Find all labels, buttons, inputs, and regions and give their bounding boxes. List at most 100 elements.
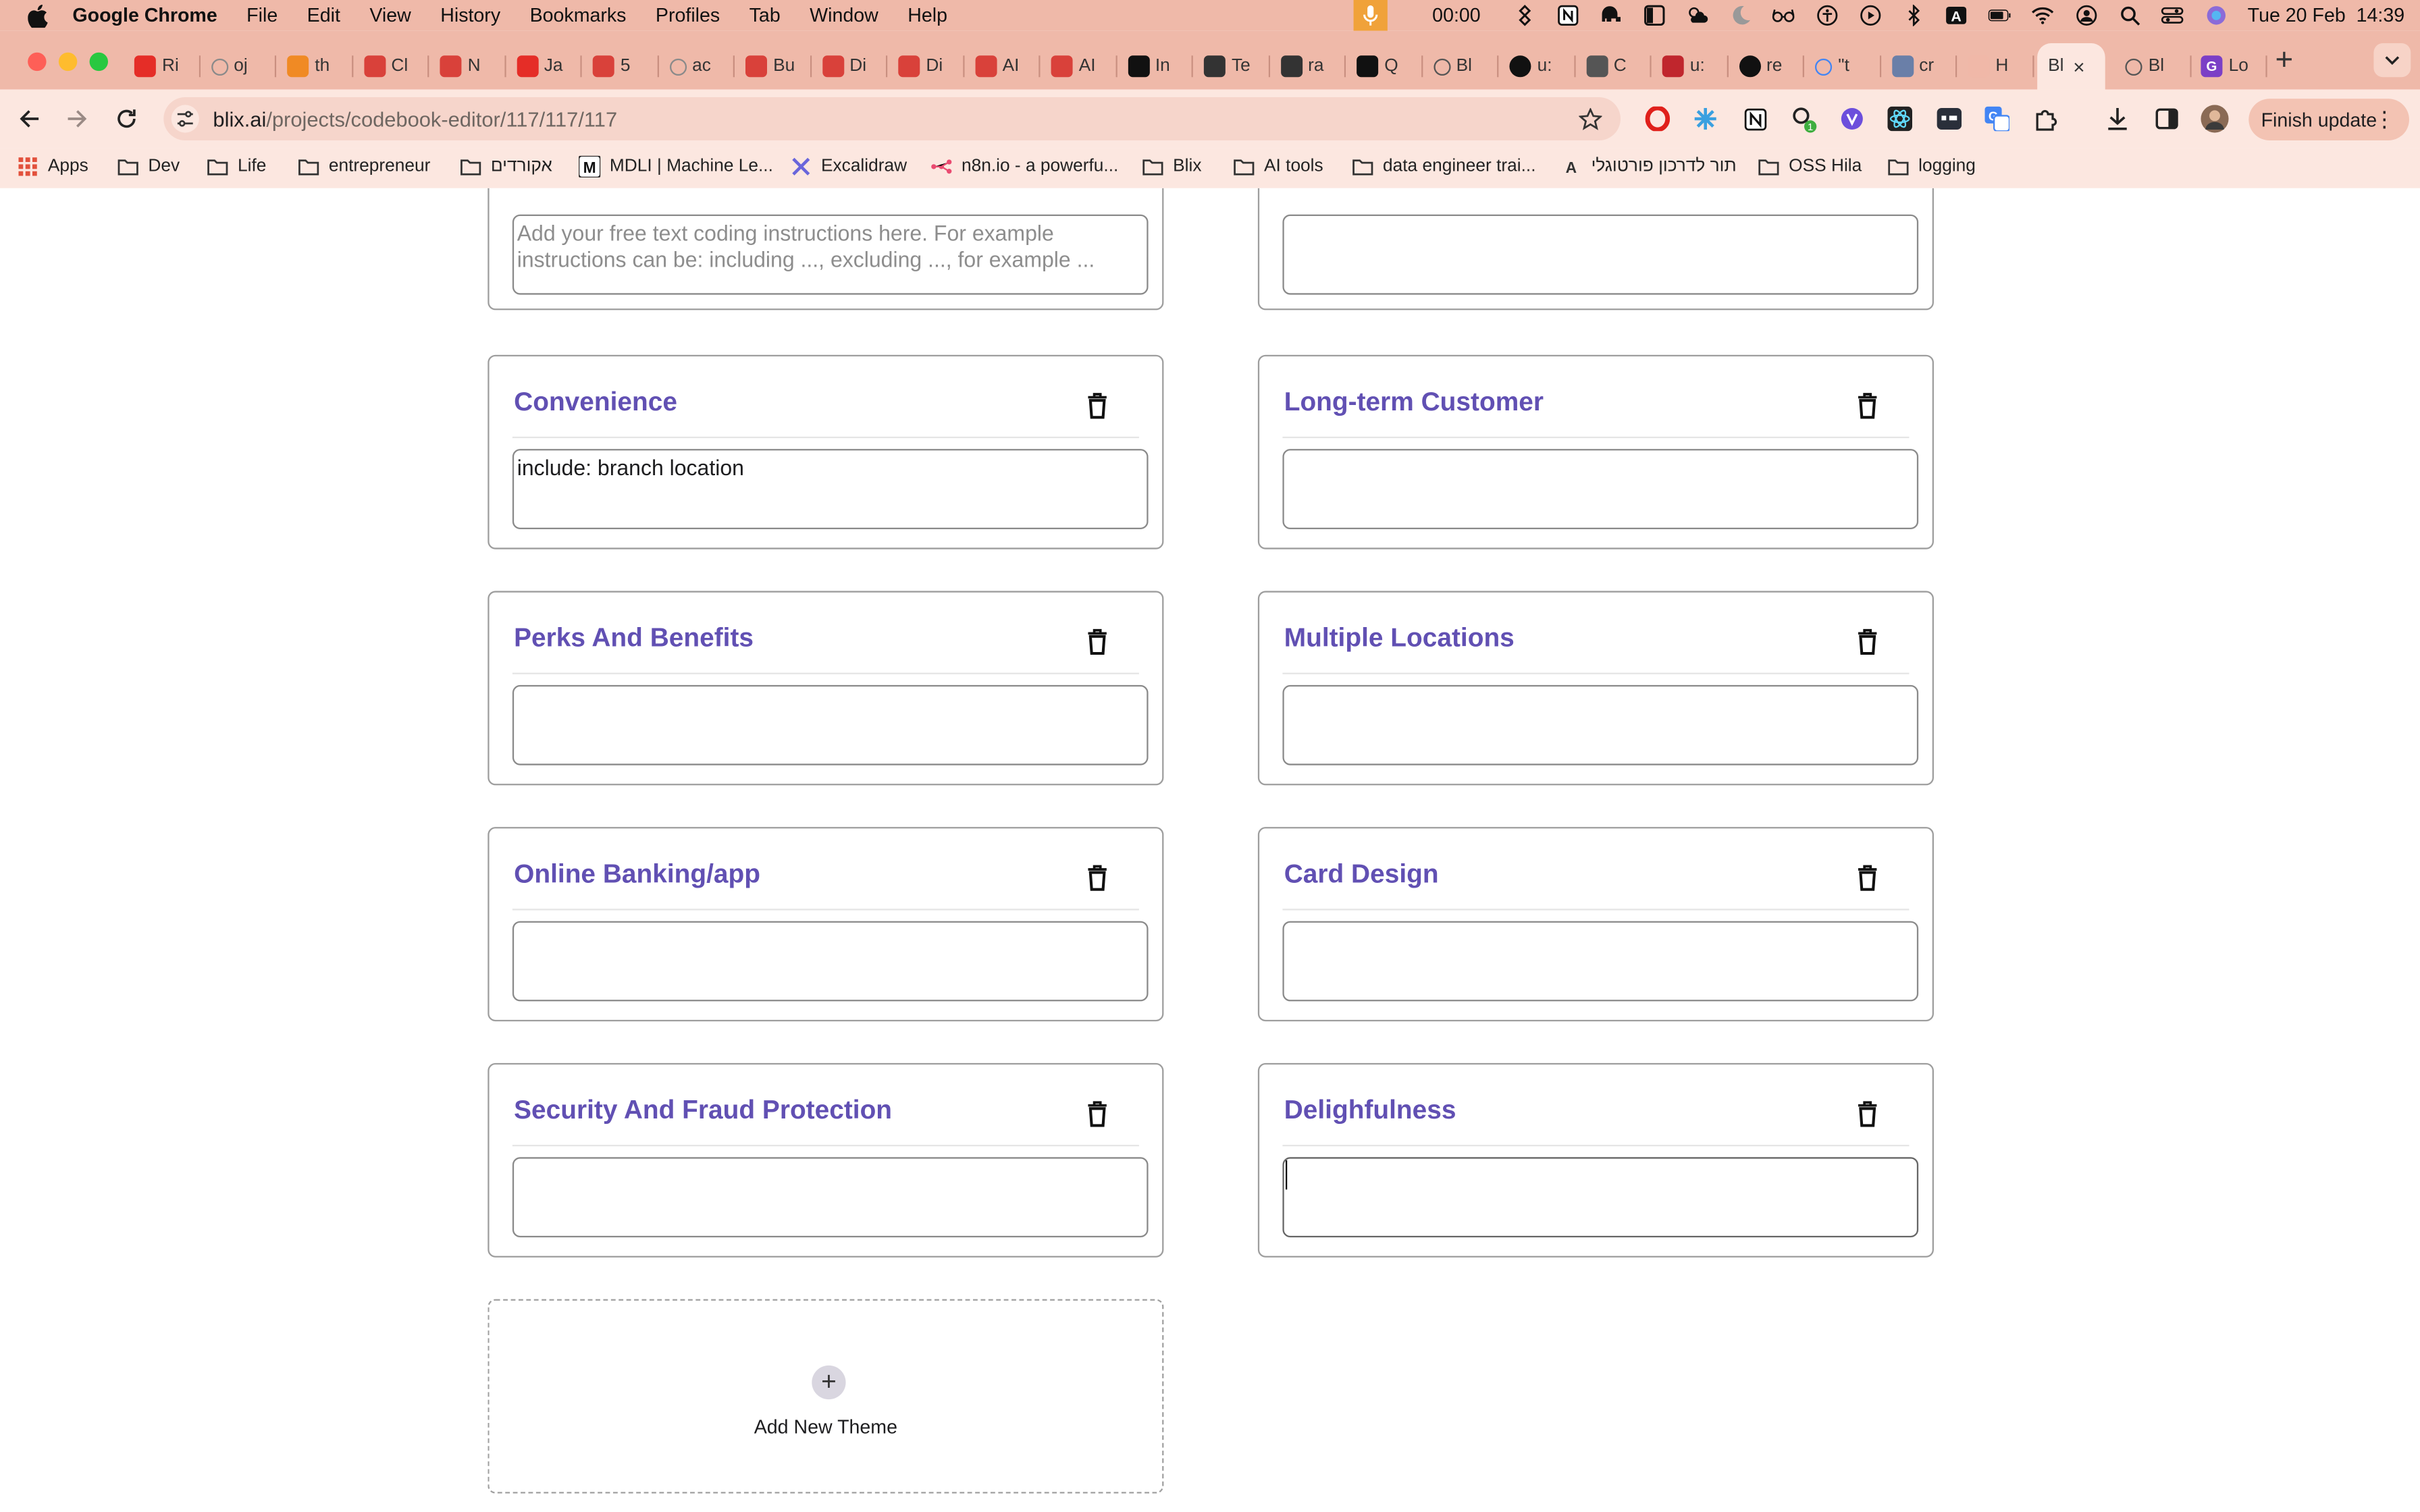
bookmark-0[interactable]: Apps xyxy=(17,156,88,178)
tab-10[interactable]: Di xyxy=(887,43,964,90)
bookmark-13[interactable]: logging xyxy=(1887,156,1976,178)
pinwheel-icon[interactable] xyxy=(1513,5,1536,26)
search-extension-icon[interactable]: 1 xyxy=(1790,105,1818,133)
site-info-icon[interactable] xyxy=(171,105,199,133)
tab-15[interactable]: ra xyxy=(1269,43,1346,90)
tab-21[interactable]: re xyxy=(1728,43,1804,90)
input-source-icon[interactable]: A xyxy=(1945,5,1968,26)
menu-tab[interactable]: Tab xyxy=(749,5,781,26)
sidebar-icon[interactable] xyxy=(1643,5,1666,26)
back-button[interactable] xyxy=(14,103,45,134)
bookmark-3[interactable]: entrepreneur xyxy=(298,156,430,178)
profile-avatar[interactable] xyxy=(2201,105,2229,133)
side-panel-icon[interactable] xyxy=(2153,105,2181,132)
theme-title[interactable]: Perks And Benefits xyxy=(514,623,754,654)
tab-close-icon[interactable]: × xyxy=(2073,55,2084,78)
trash-icon[interactable] xyxy=(1086,1100,1108,1128)
minimize-window-icon[interactable] xyxy=(58,52,78,72)
trash-icon[interactable] xyxy=(1857,628,1878,655)
menu-bookmarks[interactable]: Bookmarks xyxy=(530,5,627,26)
tab-13[interactable]: In xyxy=(1117,43,1193,90)
tab-12[interactable]: AI xyxy=(1041,43,1117,90)
theme-title[interactable]: Card Design xyxy=(1284,859,1439,890)
notion-extension-icon[interactable] xyxy=(1741,105,1768,132)
bookmark-8[interactable]: Blix xyxy=(1142,156,1201,178)
tab-8[interactable]: Bu xyxy=(735,43,811,90)
theme-instructions-input[interactable] xyxy=(512,1157,1149,1238)
bookmark-7[interactable]: n8n.io - a powerfu... xyxy=(930,156,1118,178)
siri-icon[interactable] xyxy=(2205,5,2228,26)
trash-icon[interactable] xyxy=(1857,864,1878,892)
opera-extension-icon[interactable] xyxy=(1643,105,1671,132)
play-icon[interactable] xyxy=(1859,5,1882,26)
tab-19[interactable]: C xyxy=(1575,43,1652,90)
menu-file[interactable]: File xyxy=(246,5,278,26)
bookmark-4[interactable]: אקורדים xyxy=(460,156,552,178)
menu-window[interactable]: Window xyxy=(810,5,878,26)
apple-menu-icon[interactable] xyxy=(26,3,48,27)
theme-title[interactable]: Online Banking/app xyxy=(514,859,760,890)
theme-title[interactable]: Multiple Locations xyxy=(1284,623,1515,654)
tab-4[interactable]: N xyxy=(429,43,505,90)
bookmark-star-icon[interactable] xyxy=(1577,107,1602,132)
tab-1[interactable]: oj xyxy=(200,43,276,90)
menu-profiles[interactable]: Profiles xyxy=(656,5,720,26)
finish-update-button[interactable]: Finish update ⋮ xyxy=(2248,99,2409,140)
control-center-icon[interactable] xyxy=(2161,5,2184,26)
close-window-icon[interactable] xyxy=(28,52,47,72)
theme-title[interactable]: Delighfulness xyxy=(1284,1096,1456,1127)
bookmark-1[interactable]: Dev xyxy=(117,156,180,178)
weather-icon[interactable] xyxy=(1686,5,1709,26)
theme-instructions-input[interactable]: include: branch location xyxy=(512,449,1149,529)
tab-14[interactable]: Te xyxy=(1193,43,1269,90)
trash-icon[interactable] xyxy=(1857,1100,1878,1128)
menu-app-name[interactable]: Google Chrome xyxy=(72,5,217,26)
dark-extension-icon[interactable] xyxy=(1935,105,1963,132)
clock-text[interactable]: Tue 20 Feb 14:39 xyxy=(2248,5,2404,26)
tab-3[interactable]: Cl xyxy=(352,43,429,90)
add-new-theme-label[interactable]: Add New Theme xyxy=(490,1416,1163,1438)
tab-16[interactable]: Q xyxy=(1346,43,1422,90)
tab-23[interactable]: cr xyxy=(1880,43,1957,90)
address-bar[interactable]: blix.ai/projects/codebook-editor/117/117… xyxy=(163,97,1621,140)
tab-9[interactable]: Di xyxy=(811,43,887,90)
menu-edit[interactable]: Edit xyxy=(307,5,340,26)
bookmark-11[interactable]: A תור לדרכון פורטוגלי xyxy=(1560,156,1737,178)
menu-history[interactable]: History xyxy=(440,5,500,26)
tab-20[interactable]: u: xyxy=(1652,43,1728,90)
react-extension-icon[interactable] xyxy=(1886,105,1914,132)
tab-24[interactable]: H xyxy=(1957,43,2033,90)
theme-instructions-input[interactable] xyxy=(512,921,1149,1002)
translate-extension-icon[interactable]: G xyxy=(1983,105,2011,132)
new-tab-button[interactable]: + xyxy=(2269,43,2300,77)
theme-instructions-input[interactable] xyxy=(1282,921,1919,1002)
bookmark-2[interactable]: Life xyxy=(207,156,266,178)
accessibility-icon[interactable] xyxy=(1816,5,1839,26)
tab-search-button[interactable] xyxy=(2373,43,2411,78)
bookmark-10[interactable]: data engineer trai... xyxy=(1352,156,1535,178)
tab-18[interactable]: u: xyxy=(1498,43,1575,90)
theme-title[interactable]: Convenience xyxy=(514,387,677,418)
forward-button[interactable] xyxy=(61,103,93,134)
trash-icon[interactable] xyxy=(1857,392,1878,420)
plus-icon[interactable]: + xyxy=(812,1365,846,1400)
extensions-puzzle-icon[interactable] xyxy=(2032,105,2060,132)
theme-instructions-input[interactable] xyxy=(1282,684,1919,765)
downloads-icon[interactable] xyxy=(2103,105,2131,132)
sparkle-extension-icon[interactable] xyxy=(1691,105,1719,132)
tab-blix-2[interactable]: Bl xyxy=(2114,43,2190,90)
theme-instructions-input[interactable] xyxy=(1282,214,1919,295)
trash-icon[interactable] xyxy=(1086,392,1108,420)
moon-icon[interactable] xyxy=(1729,5,1752,26)
tab-logging[interactable]: G Lo xyxy=(2190,43,2266,90)
elephant-icon[interactable] xyxy=(1600,5,1623,26)
tab-active[interactable]: Bl × xyxy=(2037,43,2105,90)
add-new-theme-card[interactable]: + Add New Theme xyxy=(488,1299,1164,1494)
tab-6[interactable]: 5 xyxy=(582,43,658,90)
purple-extension-icon[interactable] xyxy=(1838,105,1866,132)
bookmark-6[interactable]: Excalidraw xyxy=(790,156,907,178)
trash-icon[interactable] xyxy=(1086,628,1108,655)
trash-icon[interactable] xyxy=(1086,864,1108,892)
tab-22[interactable]: "t xyxy=(1804,43,1880,90)
tab-2[interactable]: th xyxy=(276,43,352,90)
